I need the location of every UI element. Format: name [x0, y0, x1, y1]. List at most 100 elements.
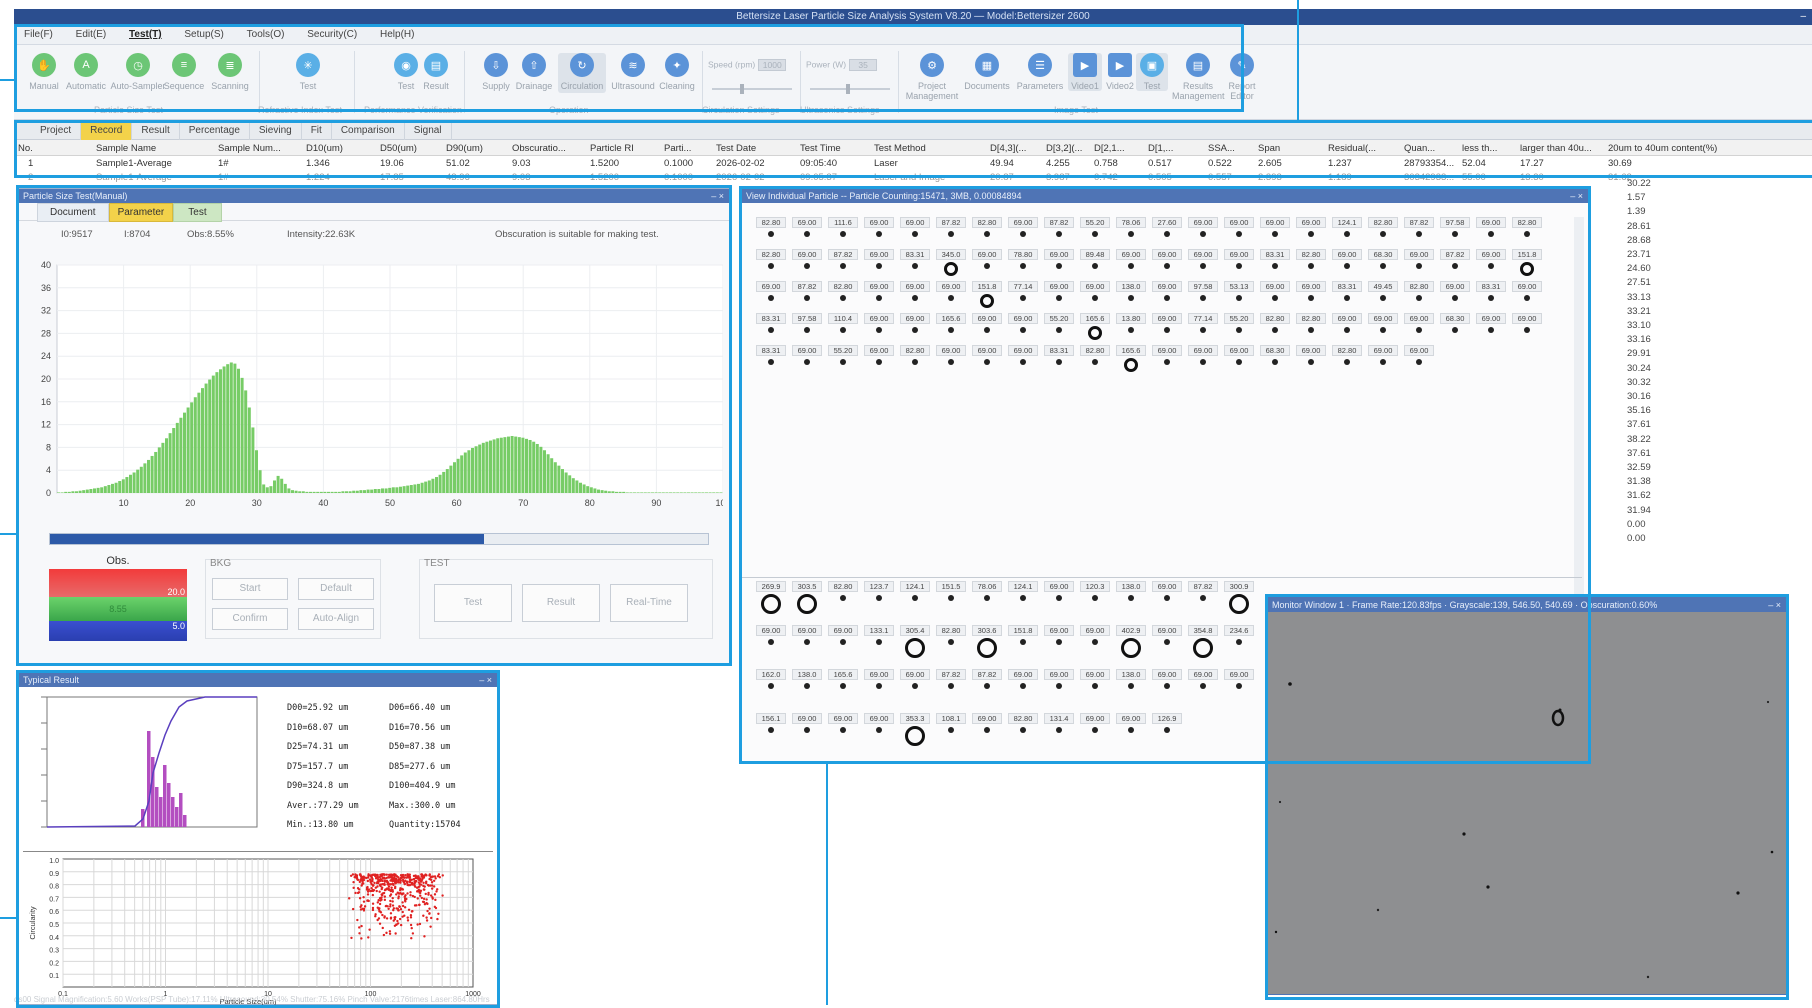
cleaning-button[interactable]: ✦ Cleaning: [654, 53, 700, 91]
particle-thumbnail[interactable]: 87.82: [792, 281, 822, 309]
particle-thumbnail[interactable]: 69.00: [1368, 345, 1398, 373]
tab-comparison[interactable]: Comparison: [332, 122, 405, 140]
table-row[interactable]: 2 Sample1-Average 1# 1.224 17.85 43.96 9.03 1.5…: [14, 171, 1812, 184]
particle-thumbnail[interactable]: 110.4: [828, 313, 858, 341]
particle-thumbnail[interactable]: 82.80: [828, 281, 858, 309]
particle-thumbnail[interactable]: 87.82: [936, 217, 966, 245]
menu-file[interactable]: File(F): [14, 25, 63, 45]
power-input[interactable]: 35: [849, 59, 878, 71]
particle-thumbnail[interactable]: 69.00: [864, 281, 894, 309]
particle-thumbnail[interactable]: 123.7: [864, 581, 894, 619]
particle-thumbnail[interactable]: 269.9: [756, 581, 786, 619]
column-header[interactable]: Span: [1258, 143, 1326, 154]
particle-thumbnail[interactable]: 69.00: [792, 625, 822, 663]
particle-thumbnail[interactable]: 87.82: [828, 249, 858, 277]
particle-thumbnail[interactable]: 69.00: [1476, 313, 1506, 341]
menu-edit[interactable]: Edit(E): [66, 25, 117, 45]
particle-thumbnail[interactable]: 69.00: [1080, 625, 1110, 663]
start-test-button[interactable]: Test: [434, 584, 512, 622]
column-header[interactable]: less th...: [1462, 143, 1518, 154]
particle-thumbnail[interactable]: 165.6: [936, 313, 966, 341]
column-header[interactable]: No.: [18, 143, 88, 154]
automatic-test-button[interactable]: A Automatic: [64, 53, 108, 91]
parameters-button[interactable]: ☰ Parameters: [1014, 53, 1066, 91]
speed-input[interactable]: 1000: [758, 59, 787, 71]
circulation-button[interactable]: ↻ Circulation: [558, 53, 606, 93]
tab-parameter[interactable]: Parameter: [108, 203, 174, 222]
verification-result-button[interactable]: ▤ Result: [414, 53, 458, 91]
particle-thumbnail[interactable]: 69.00: [1152, 313, 1182, 341]
particle-thumbnail[interactable]: 82.80: [1368, 217, 1398, 245]
particle-thumbnail[interactable]: 69.00: [972, 313, 1002, 341]
column-header[interactable]: Particle RI: [590, 143, 662, 154]
particle-thumbnail[interactable]: 69.00: [1080, 713, 1110, 751]
particle-thumbnail[interactable]: 69.00: [900, 281, 930, 309]
particle-thumbnail[interactable]: 69.00: [1152, 625, 1182, 663]
column-header[interactable]: D90(um): [446, 143, 510, 154]
particle-thumbnail[interactable]: 69.00: [864, 249, 894, 277]
test-result-button[interactable]: Result: [522, 584, 600, 622]
particle-thumbnail[interactable]: 87.82: [1188, 581, 1218, 619]
particle-thumbnail[interactable]: 69.00: [792, 249, 822, 277]
particle-thumbnail[interactable]: 78.80: [1008, 249, 1038, 277]
particle-thumbnail[interactable]: 138.0: [792, 669, 822, 707]
particle-thumbnail[interactable]: 69.00: [792, 345, 822, 373]
particle-thumbnail[interactable]: 126.9: [1152, 713, 1182, 751]
particle-thumbnail[interactable]: 69.00: [1188, 249, 1218, 277]
particle-thumbnail[interactable]: 354.8: [1188, 625, 1218, 663]
particle-thumbnail[interactable]: 82.80: [828, 581, 858, 619]
particle-thumbnail[interactable]: 69.00: [828, 625, 858, 663]
particle-thumbnail[interactable]: 138.0: [1116, 581, 1146, 619]
particle-thumbnail[interactable]: 82.80: [756, 249, 786, 277]
particle-thumbnail[interactable]: 83.31: [1332, 281, 1362, 309]
particle-thumbnail[interactable]: 69.00: [1044, 249, 1074, 277]
particle-thumbnail[interactable]: 162.0: [756, 669, 786, 707]
bkg-confirm-button[interactable]: Confirm: [212, 608, 288, 630]
particle-thumbnail[interactable]: 69.00: [1008, 345, 1038, 373]
menu-security[interactable]: Security(C): [297, 25, 367, 45]
table-row[interactable]: 1 Sample1-Average 1# 1.346 19.06 51.02 9.03 1.5…: [14, 157, 1812, 170]
particle-thumbnail[interactable]: 69.00: [900, 217, 930, 245]
column-header[interactable]: D[3,2](...: [1046, 143, 1092, 154]
close-icon[interactable]: – ×: [479, 673, 492, 687]
close-icon[interactable]: – ×: [711, 189, 724, 203]
ultrasound-button[interactable]: ≋ Ultrasound: [608, 53, 658, 91]
particle-thumbnail[interactable]: 87.82: [1044, 217, 1074, 245]
particle-thumbnail[interactable]: 69.00: [1008, 313, 1038, 341]
particle-thumbnail[interactable]: 68.30: [1368, 249, 1398, 277]
particle-thumbnail[interactable]: 124.1: [1332, 217, 1362, 245]
particle-thumbnail[interactable]: 69.00: [864, 669, 894, 707]
particle-thumbnail[interactable]: 234.6: [1224, 625, 1254, 663]
particle-thumbnail[interactable]: 69.00: [1080, 281, 1110, 309]
particle-thumbnail[interactable]: 353.3: [900, 713, 930, 751]
particle-thumbnail[interactable]: 151.8: [1512, 249, 1542, 277]
particle-thumbnail[interactable]: 82.80: [1296, 313, 1326, 341]
particle-thumbnail[interactable]: 82.80: [972, 217, 1002, 245]
particle-thumbnail[interactable]: 69.00: [1476, 249, 1506, 277]
particle-thumbnail[interactable]: 69.00: [864, 713, 894, 751]
particle-thumbnail[interactable]: 69.00: [1404, 313, 1434, 341]
tab-sieving[interactable]: Sieving: [250, 122, 302, 140]
particle-thumbnail[interactable]: 69.00: [1152, 281, 1182, 309]
particle-thumbnail[interactable]: 69.00: [828, 713, 858, 751]
column-header[interactable]: D[1,...: [1148, 143, 1206, 154]
particle-thumbnail[interactable]: 69.00: [1440, 281, 1470, 309]
documents-button[interactable]: ▦ Documents: [962, 53, 1012, 91]
particle-thumbnail[interactable]: 402.9: [1116, 625, 1146, 663]
particle-thumbnail[interactable]: 69.00: [1296, 345, 1326, 373]
particle-thumbnail[interactable]: 55.20: [1044, 313, 1074, 341]
particle-thumbnail[interactable]: 82.80: [1080, 345, 1110, 373]
particle-thumbnail[interactable]: 111.6: [828, 217, 858, 245]
particle-thumbnail[interactable]: 68.30: [1440, 313, 1470, 341]
column-header[interactable]: D[4,3](...: [990, 143, 1044, 154]
particle-thumbnail[interactable]: 303.6: [972, 625, 1002, 663]
particle-thumbnail[interactable]: 69.00: [972, 713, 1002, 751]
bkg-default-button[interactable]: Default: [298, 578, 374, 600]
column-header[interactable]: Residual(...: [1328, 143, 1402, 154]
particle-thumbnail[interactable]: 69.00: [1404, 345, 1434, 373]
particle-thumbnail[interactable]: 82.80: [756, 217, 786, 245]
particle-thumbnail[interactable]: 55.20: [828, 345, 858, 373]
particle-thumbnail[interactable]: 138.0: [1116, 669, 1146, 707]
particle-thumbnail[interactable]: 69.00: [792, 713, 822, 751]
particle-thumbnail[interactable]: 69.00: [1008, 669, 1038, 707]
